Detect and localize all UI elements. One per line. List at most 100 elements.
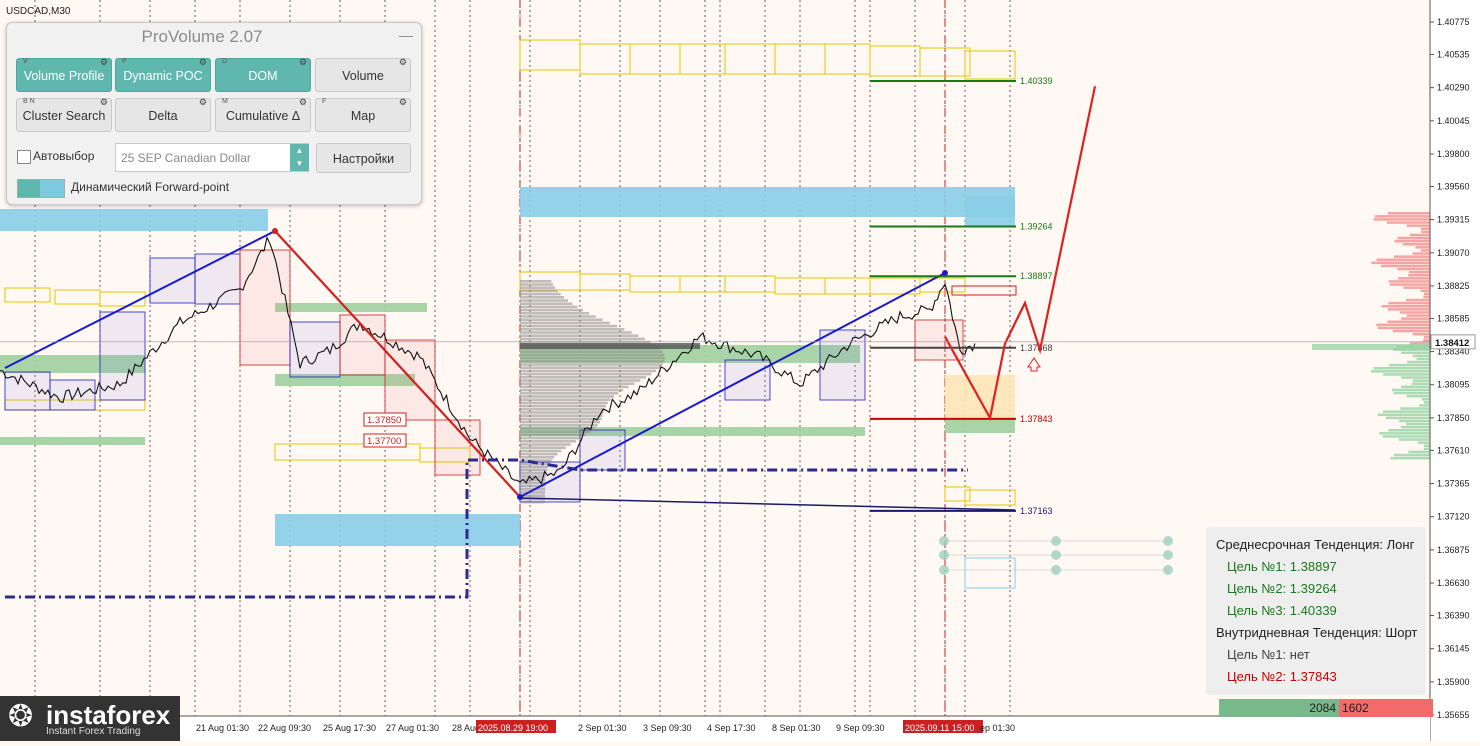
panel-button-label: Volume bbox=[342, 69, 384, 83]
dom-bar bbox=[1392, 329, 1430, 333]
time-tick-label: 21 Aug 01:30 bbox=[196, 723, 249, 733]
volume-profile-bar bbox=[520, 408, 605, 411]
dom-bar bbox=[1418, 441, 1430, 444]
poc-bar bbox=[520, 343, 700, 349]
logo-tagline: Instant Forex Trading bbox=[46, 726, 141, 737]
minimize-button[interactable]: — bbox=[399, 27, 413, 43]
time-tick-label: 9 Sep 09:30 bbox=[836, 723, 885, 733]
price-tick-label: 1.36875 bbox=[1437, 545, 1470, 555]
dom-bar bbox=[1401, 351, 1430, 354]
dom-bar bbox=[1421, 230, 1430, 234]
volume-profile-bar bbox=[520, 472, 547, 475]
dom-bar bbox=[1397, 267, 1430, 271]
target-level-label: 1.37868 bbox=[1020, 343, 1053, 353]
forward-point-toggle[interactable] bbox=[17, 179, 65, 198]
dom-bar bbox=[1406, 314, 1430, 317]
dom-bar bbox=[1388, 212, 1430, 215]
time-tick-label: 4 Sep 17:30 bbox=[707, 723, 756, 733]
price-tick-label: 1.37120 bbox=[1437, 512, 1470, 522]
dom-bar bbox=[1390, 456, 1430, 460]
volume-profile-bar bbox=[520, 414, 603, 417]
panel-button-cumulative-[interactable]: M ⚙ Cumulative Δ bbox=[215, 97, 311, 132]
auto-select-checkbox[interactable] bbox=[17, 150, 31, 164]
panel-button-volume[interactable]: ⚙ Volume bbox=[315, 57, 411, 92]
gear-icon[interactable]: ⚙ bbox=[299, 57, 307, 67]
session-box bbox=[149, 257, 196, 304]
time-tick-label: 22 Aug 09:30 bbox=[258, 723, 311, 733]
time-tick-label: 2025.08.29 19:00 bbox=[478, 723, 548, 733]
volume-profile-bar bbox=[520, 452, 558, 456]
dom-bar bbox=[1420, 289, 1430, 292]
volume-profile-bar bbox=[520, 324, 618, 328]
panel-button-delta[interactable]: ⚙ Delta bbox=[115, 97, 211, 132]
volume-profile-bar bbox=[520, 305, 578, 309]
settings-button[interactable]: Настройки bbox=[316, 143, 411, 173]
dom-bar bbox=[1411, 382, 1430, 385]
dom-bar bbox=[1405, 422, 1430, 426]
mid-target-1: Цель №1: 1.38897 bbox=[1227, 559, 1337, 574]
volume-profile-bar bbox=[520, 363, 663, 366]
price-tick-label: 1.40290 bbox=[1437, 83, 1470, 93]
gear-icon[interactable]: ⚙ bbox=[299, 97, 307, 107]
volume-zone bbox=[945, 375, 1015, 420]
fib-point bbox=[1051, 565, 1061, 575]
dom-bar bbox=[1401, 317, 1430, 320]
pivot-marker bbox=[517, 494, 523, 500]
panel-button-map[interactable]: F ⚙ Map bbox=[315, 97, 411, 132]
panel-button-volume-profile[interactable]: V ⚙ Volume Profile bbox=[16, 57, 112, 92]
target-level-label: 1.39264 bbox=[1020, 222, 1053, 232]
panel-button-cluster-search[interactable]: B N ⚙ Cluster Search bbox=[16, 97, 112, 132]
gear-icon[interactable]: ⚙ bbox=[399, 57, 407, 67]
volume-profile-bar bbox=[520, 315, 596, 318]
fib-point bbox=[1163, 550, 1173, 560]
volume-profile-bar bbox=[520, 331, 632, 334]
gear-icon[interactable]: ⚙ bbox=[399, 97, 407, 107]
dom-bar bbox=[1408, 274, 1430, 277]
contract-stepper[interactable]: ▲ ▼ bbox=[290, 144, 309, 171]
dom-bar bbox=[1412, 354, 1430, 358]
volume-profile-bar bbox=[520, 449, 562, 453]
volume-profile-bar bbox=[520, 318, 603, 321]
pivot-marker bbox=[942, 270, 948, 276]
price-tick-label: 1.40535 bbox=[1437, 49, 1470, 59]
dom-bar bbox=[1412, 379, 1430, 382]
dom-bar bbox=[1412, 332, 1430, 336]
contract-select[interactable]: 25 SEP Canadian Dollar bbox=[115, 143, 309, 172]
dom-bar bbox=[1398, 277, 1430, 280]
volume-zone bbox=[520, 187, 1015, 217]
gear-icon[interactable]: ⚙ bbox=[100, 57, 108, 67]
toggle-knob bbox=[40, 180, 64, 197]
volume-profile-bar bbox=[520, 379, 641, 382]
panel-button-dynamic-poc[interactable]: P ⚙ Dynamic POC bbox=[115, 57, 211, 92]
volume-profile-bar bbox=[520, 292, 561, 296]
gear-icon[interactable]: ⚙ bbox=[199, 57, 207, 67]
panel-button-label: DOM bbox=[248, 69, 278, 83]
session-box bbox=[239, 249, 291, 366]
price-tick-label: 1.38095 bbox=[1437, 380, 1470, 390]
price-tick-label: 1.39560 bbox=[1437, 181, 1470, 191]
volume-profile-bar bbox=[520, 404, 606, 408]
boxed-level-label: 1.37850 bbox=[367, 415, 401, 426]
target-level-label: 1.37843 bbox=[1020, 414, 1053, 424]
dom-bar bbox=[1379, 432, 1430, 435]
volume-profile-bar bbox=[520, 420, 600, 424]
chevron-up-icon[interactable]: ▲ bbox=[296, 146, 304, 155]
volume-profile-bar bbox=[520, 382, 635, 385]
hotkey-label: V bbox=[23, 58, 28, 65]
volume-profile-bar bbox=[520, 308, 584, 312]
gear-icon[interactable]: ⚙ bbox=[100, 97, 108, 107]
chevron-down-icon[interactable]: ▼ bbox=[296, 159, 304, 168]
provolume-panel: ProVolume 2.07 — V ⚙ Volume Profile P ⚙ Dynam… bbox=[6, 22, 422, 205]
session-box bbox=[724, 359, 771, 401]
volume-profile-bar bbox=[520, 385, 629, 389]
dom-bar bbox=[1424, 401, 1430, 404]
hotkey-label: B N bbox=[23, 98, 35, 105]
gear-icon[interactable]: ⚙ bbox=[199, 97, 207, 107]
volume-profile-bar bbox=[520, 283, 554, 286]
dom-bar bbox=[1415, 246, 1430, 249]
counter-sell: 1602 bbox=[1339, 699, 1433, 717]
dom-bar bbox=[1391, 388, 1430, 392]
panel-button-dom[interactable]: D ⚙ DOM bbox=[215, 57, 311, 92]
session-box bbox=[49, 379, 96, 411]
volume-profile-bar bbox=[520, 456, 555, 459]
